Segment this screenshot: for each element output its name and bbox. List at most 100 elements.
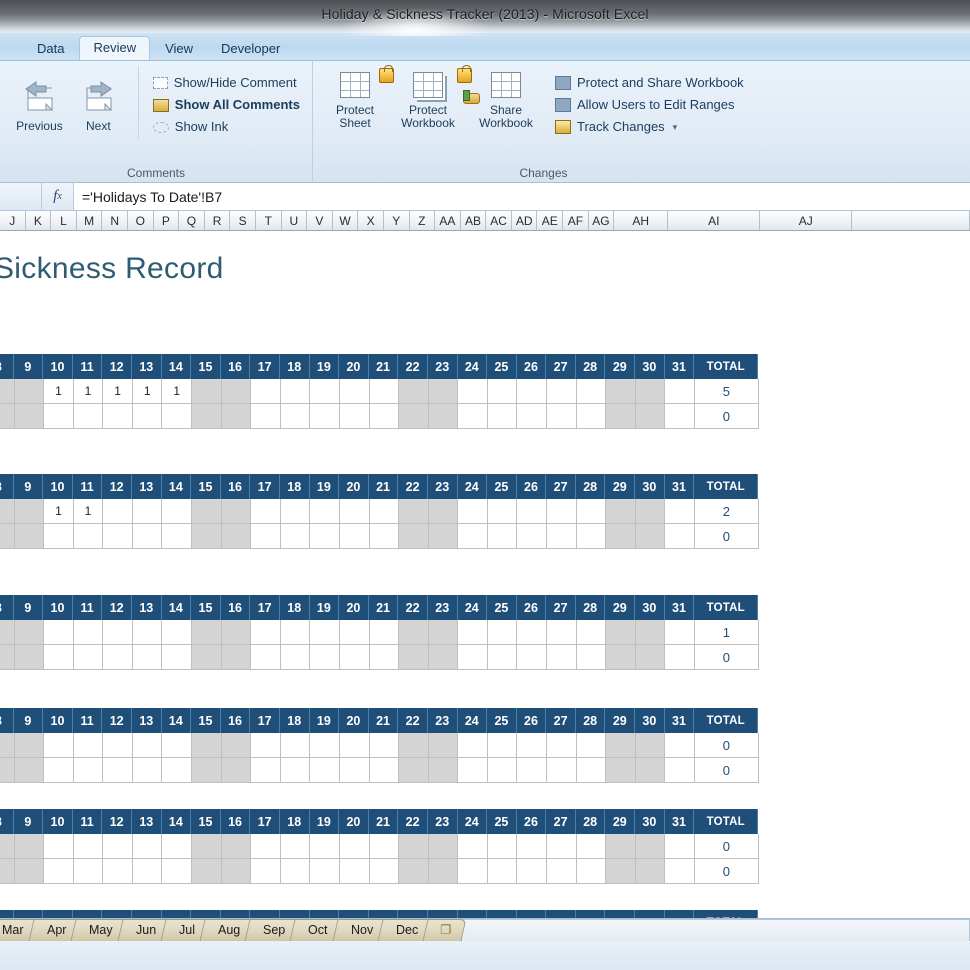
- day-cell-29[interactable]: [606, 379, 636, 404]
- day-cell-31[interactable]: [665, 834, 695, 859]
- day-cell-31[interactable]: [665, 620, 695, 645]
- day-cell-25[interactable]: [488, 524, 518, 549]
- column-header-ah[interactable]: AH: [614, 211, 668, 230]
- day-cell-23[interactable]: [429, 524, 459, 549]
- day-cell-19[interactable]: [310, 404, 340, 429]
- day-cell-17[interactable]: [251, 524, 281, 549]
- day-cell-23[interactable]: [429, 859, 459, 884]
- day-cell-22[interactable]: [399, 524, 429, 549]
- day-cell-24[interactable]: [458, 645, 488, 670]
- day-cell-13[interactable]: [133, 404, 163, 429]
- column-header-y[interactable]: Y: [384, 211, 410, 230]
- day-cell-23[interactable]: [429, 834, 459, 859]
- day-cell-28[interactable]: [577, 620, 607, 645]
- day-cell-25[interactable]: [488, 404, 518, 429]
- day-cell-27[interactable]: [547, 758, 577, 783]
- day-cell-22[interactable]: [399, 758, 429, 783]
- day-cell-27[interactable]: [547, 859, 577, 884]
- day-cell-15[interactable]: [192, 499, 222, 524]
- day-cell-27[interactable]: [547, 645, 577, 670]
- day-cell-18[interactable]: [281, 524, 311, 549]
- share-workbook-button[interactable]: Share Workbook: [467, 66, 545, 130]
- column-header-w[interactable]: W: [333, 211, 359, 230]
- column-header-ad[interactable]: AD: [512, 211, 538, 230]
- day-cell-17[interactable]: [251, 645, 281, 670]
- day-cell-23[interactable]: [429, 379, 459, 404]
- day-cell-23[interactable]: [429, 758, 459, 783]
- day-cell-19[interactable]: [310, 859, 340, 884]
- day-cell-18[interactable]: [281, 645, 311, 670]
- allow-users-edit-ranges-button[interactable]: Allow Users to Edit Ranges: [551, 94, 748, 116]
- day-cell-24[interactable]: [458, 499, 488, 524]
- day-cell-11[interactable]: [74, 733, 104, 758]
- column-header-j[interactable]: J: [0, 211, 26, 230]
- day-cell-12[interactable]: 1: [103, 379, 133, 404]
- day-cell-8[interactable]: [0, 404, 15, 429]
- day-cell-24[interactable]: [458, 524, 488, 549]
- day-cell-31[interactable]: [665, 758, 695, 783]
- day-cell-9[interactable]: [15, 859, 45, 884]
- day-cell-15[interactable]: [192, 645, 222, 670]
- day-cell-20[interactable]: [340, 379, 370, 404]
- day-cell-29[interactable]: [606, 524, 636, 549]
- column-header-x[interactable]: X: [358, 211, 384, 230]
- day-cell-16[interactable]: [222, 620, 252, 645]
- day-cell-20[interactable]: [340, 834, 370, 859]
- day-cell-17[interactable]: [251, 733, 281, 758]
- day-cell-21[interactable]: [370, 524, 400, 549]
- day-cell-10[interactable]: [44, 645, 74, 670]
- formula-input[interactable]: ='Holidays To Date'!B7: [74, 183, 970, 210]
- day-cell-10[interactable]: [44, 404, 74, 429]
- day-cell-24[interactable]: [458, 834, 488, 859]
- day-cell-19[interactable]: [310, 524, 340, 549]
- day-cell-13[interactable]: [133, 834, 163, 859]
- day-cell-18[interactable]: [281, 404, 311, 429]
- day-cell-12[interactable]: [103, 620, 133, 645]
- tab-data[interactable]: Data: [24, 38, 77, 60]
- column-header-t[interactable]: T: [256, 211, 282, 230]
- day-cell-11[interactable]: [74, 524, 104, 549]
- tab-view[interactable]: View: [152, 38, 206, 60]
- next-comment-button[interactable]: Next: [69, 66, 128, 133]
- column-header-o[interactable]: O: [128, 211, 154, 230]
- day-cell-11[interactable]: [74, 620, 104, 645]
- day-cell-9[interactable]: [15, 834, 45, 859]
- day-cell-16[interactable]: [222, 524, 252, 549]
- day-cell-31[interactable]: [665, 524, 695, 549]
- day-cell-28[interactable]: [577, 733, 607, 758]
- day-cell-28[interactable]: [577, 834, 607, 859]
- day-cell-30[interactable]: [636, 645, 666, 670]
- day-cell-31[interactable]: [665, 859, 695, 884]
- day-cell-26[interactable]: [517, 524, 547, 549]
- day-cell-16[interactable]: [222, 645, 252, 670]
- row-total-cell[interactable]: 0: [695, 859, 759, 884]
- day-cell-16[interactable]: [222, 379, 252, 404]
- day-cell-26[interactable]: [517, 834, 547, 859]
- day-cell-20[interactable]: [340, 524, 370, 549]
- day-cell-28[interactable]: [577, 859, 607, 884]
- column-header-ac[interactable]: AC: [486, 211, 512, 230]
- day-cell-29[interactable]: [606, 499, 636, 524]
- day-cell-17[interactable]: [251, 758, 281, 783]
- day-cell-26[interactable]: [517, 733, 547, 758]
- day-cell-27[interactable]: [547, 379, 577, 404]
- day-cell-22[interactable]: [399, 859, 429, 884]
- column-header-aa[interactable]: AA: [435, 211, 461, 230]
- day-cell-26[interactable]: [517, 404, 547, 429]
- day-cell-23[interactable]: [429, 499, 459, 524]
- day-cell-26[interactable]: [517, 859, 547, 884]
- show-all-comments-button[interactable]: Show All Comments: [149, 94, 304, 116]
- column-header-af[interactable]: AF: [563, 211, 589, 230]
- day-cell-20[interactable]: [340, 499, 370, 524]
- day-cell-12[interactable]: [103, 859, 133, 884]
- day-cell-21[interactable]: [370, 733, 400, 758]
- day-cell-21[interactable]: [370, 404, 400, 429]
- day-cell-21[interactable]: [370, 499, 400, 524]
- day-cell-22[interactable]: [399, 404, 429, 429]
- day-cell-20[interactable]: [340, 859, 370, 884]
- day-cell-25[interactable]: [488, 859, 518, 884]
- day-cell-19[interactable]: [310, 758, 340, 783]
- day-cell-25[interactable]: [488, 834, 518, 859]
- day-cell-17[interactable]: [251, 620, 281, 645]
- day-cell-19[interactable]: [310, 379, 340, 404]
